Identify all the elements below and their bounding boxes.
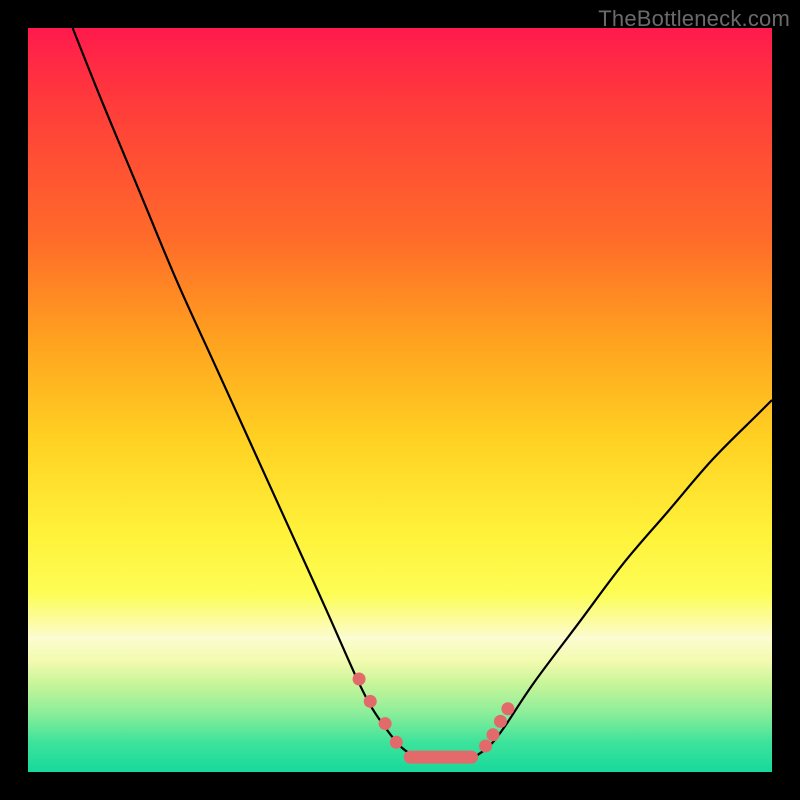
data-marker xyxy=(364,695,377,708)
curve-left xyxy=(73,28,415,757)
chart-frame: TheBottleneck.com xyxy=(0,0,800,800)
data-marker xyxy=(501,702,514,715)
curve-layer xyxy=(28,28,772,772)
data-marker xyxy=(379,717,392,730)
data-marker xyxy=(479,739,492,752)
data-marker xyxy=(353,673,366,686)
data-marker xyxy=(390,736,403,749)
data-marker xyxy=(487,728,500,741)
curve-right xyxy=(474,400,772,757)
marker-layer xyxy=(353,673,515,764)
data-marker xyxy=(494,715,507,728)
plot-area xyxy=(28,28,772,772)
data-marker-run xyxy=(404,751,478,764)
